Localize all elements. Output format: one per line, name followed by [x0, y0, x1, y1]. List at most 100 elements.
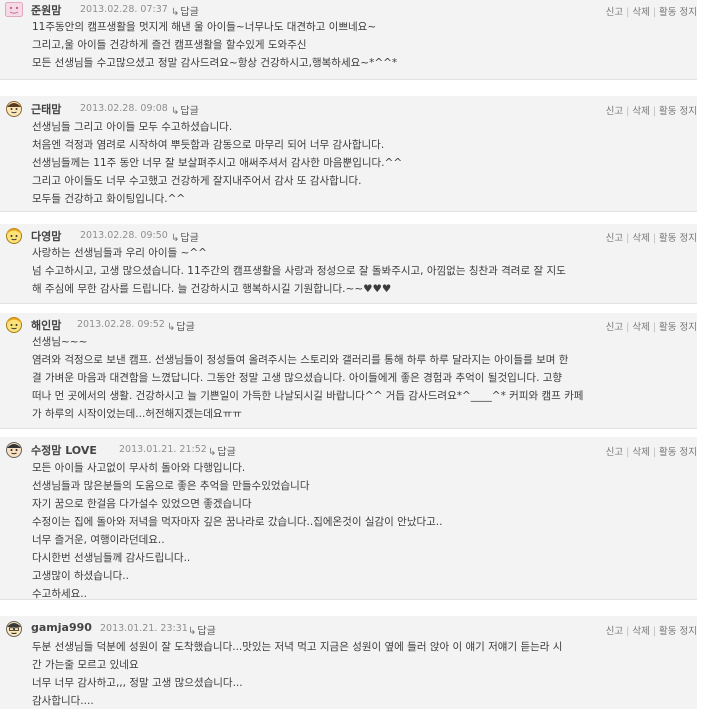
suspend-button[interactable]: 활동 정지 [659, 447, 697, 458]
comment-item: 다영맘 2013.02.28. 09:50 ↳답글 신고 | 삭제 | 활동 정지 사랑… [0, 224, 697, 304]
comment-header: 근태맘 2013.02.28. 09:08 ↳답글 신고 | 삭제 | 활동 정지 [0, 99, 697, 119]
avatar-icon[interactable] [5, 316, 23, 333]
report-button[interactable]: 신고 [606, 447, 623, 458]
comment-item: gamja990 2013.01.21. 23:31 ↳답글 신고 | 삭제 | 활동 … [0, 616, 697, 709]
reply-arrow-icon: ↳ [171, 7, 180, 18]
avatar-icon[interactable] [5, 620, 23, 637]
reply-button[interactable]: ↳답글 [171, 3, 199, 18]
comment-line: 선생님들과 많은분들의 도움으로 좋은 추억을 만들수있었습니다 [32, 480, 310, 492]
comment-line: 모든 선생님들 수고많으셨고 정말 감사드려요~항상 건강하시고,행복하세요~*… [32, 57, 398, 69]
comment-date: 2013.02.28. 09:08 [80, 103, 168, 114]
separator: | [652, 7, 657, 18]
comment-line: 다시한번 선생님들께 감사드립니다.. [32, 552, 191, 564]
comment-line: 해 주심에 무한 감사를 드립니다. 늘 건강하시고 행복하시길 기원합니다.~… [32, 283, 392, 295]
report-button[interactable]: 신고 [606, 106, 623, 117]
comment-line: 결 가벼운 마음과 대견함을 느꼈답니다. 그동안 정말 고생 많으셨습니다. … [32, 372, 563, 384]
delete-button[interactable]: 삭제 [632, 447, 649, 458]
comment-line: 선생님~~~ [32, 336, 88, 348]
comment-item: 수정맘 LOVE 2013.01.21. 21:52 ↳답글 신고 | 삭제 | 활동 … [0, 437, 697, 600]
separator: | [652, 322, 657, 333]
separator: | [626, 626, 630, 637]
comment-date: 2013.02.28. 09:50 [80, 230, 168, 241]
reply-button[interactable]: ↳답글 [188, 622, 216, 637]
comment-line: 두분 선생님들 덕분에 성원이 잘 도착했습니다...맛있는 저녁 먹고 지금은… [32, 641, 563, 653]
comment-line: 간 가는줄 모르고 있네요 [32, 659, 139, 671]
comment-header: gamja990 2013.01.21. 23:31 ↳답글 신고 | 삭제 | 활동 … [0, 619, 697, 639]
author-nickname[interactable]: 근태맘 [31, 101, 61, 117]
separator: | [626, 233, 630, 244]
separator: | [652, 626, 657, 637]
reply-arrow-icon: ↳ [171, 106, 180, 117]
avatar-icon[interactable] [5, 227, 23, 244]
comment-date: 2013.02.28. 07:37 [80, 4, 168, 15]
delete-button[interactable]: 삭제 [632, 106, 649, 117]
comment-line: 선생님들 그리고 아이들 모두 수고하셨습니다. [32, 121, 233, 133]
reply-button[interactable]: ↳답글 [167, 318, 195, 333]
comment-line: 수고하세요.. [32, 588, 87, 600]
author-nickname[interactable]: gamja990 [31, 621, 92, 634]
comment-line: 고생많이 하셨습니다.. [32, 570, 129, 582]
comment-header: 수정맘 LOVE 2013.01.21. 21:52 ↳답글 신고 | 삭제 | 활동 … [0, 440, 697, 460]
comment-line: 감사합니다.... [32, 695, 94, 707]
suspend-button[interactable]: 활동 정지 [659, 233, 697, 244]
reply-label: 답글 [176, 322, 195, 333]
separator: | [626, 447, 630, 458]
comment-line: 가 하루의 시작이었는데...허전해지겠는데요ㅠㅠ [32, 408, 242, 420]
author-nickname[interactable]: 수정맘 LOVE [31, 442, 97, 458]
comment-line: 떠나 먼 곳에서의 생활. 건강하시고 늘 기쁜일이 가득한 나날되시길 바랍니… [32, 390, 584, 402]
avatar-icon[interactable] [5, 441, 23, 458]
comment-date: 2013.01.21. 23:31 [100, 623, 188, 634]
comment-body: 모든 아이들 사고없이 무사히 돌아와 다행입니다. 선생님들과 많은분들의 도… [32, 459, 689, 603]
comment-line: 11주동안의 캠프생활을 멋지게 해낸 울 아이들~너무나도 대견하고 이쁘네요… [32, 21, 377, 33]
avatar-icon[interactable] [5, 100, 23, 117]
comment-item: 근태맘 2013.02.28. 09:08 ↳답글 신고 | 삭제 | 활동 정지 선생… [0, 96, 697, 212]
report-button[interactable]: 신고 [606, 7, 623, 18]
suspend-button[interactable]: 활동 정지 [659, 7, 697, 18]
comment-line: 너무 너무 감사하고,,, 정말 고생 많으셨습니다... [32, 677, 243, 689]
comment-line: 그리고,울 아이들 건강하게 즐건 캠프생활을 할수있게 도와주신 [32, 39, 307, 51]
comment-line: 그리고 아이들도 너무 수고했고 건강하게 잘지내주어서 감사 또 감사합니다. [32, 175, 362, 187]
comment-line: 모두들 건강하고 화이팅입니다.^^ [32, 193, 186, 205]
comment-actions: 신고 | 삭제 | 활동 정지 [606, 4, 697, 18]
delete-button[interactable]: 삭제 [632, 626, 649, 637]
report-button[interactable]: 신고 [606, 626, 623, 637]
comment-actions: 신고 | 삭제 | 활동 정지 [606, 230, 697, 244]
comment-actions: 신고 | 삭제 | 활동 정지 [606, 103, 697, 117]
separator: | [652, 106, 657, 117]
suspend-button[interactable]: 활동 정지 [659, 322, 697, 333]
separator: | [626, 322, 630, 333]
suspend-button[interactable]: 활동 정지 [659, 626, 697, 637]
comment-header: 다영맘 2013.02.28. 09:50 ↳답글 신고 | 삭제 | 활동 정지 [0, 226, 697, 246]
report-button[interactable]: 신고 [606, 322, 623, 333]
separator: | [652, 447, 657, 458]
comment-body: 사랑하는 선생님들과 우리 아이들 ~^^ 넘 수고하시고, 고생 많으셨습니다… [32, 244, 689, 298]
reply-label: 답글 [197, 626, 216, 637]
comment-actions: 신고 | 삭제 | 활동 정지 [606, 623, 697, 637]
author-nickname[interactable]: 다영맘 [31, 228, 61, 244]
delete-button[interactable]: 삭제 [632, 233, 649, 244]
reply-label: 답글 [180, 106, 199, 117]
comment-body: 선생님~~~ 염려와 걱정으로 보낸 캠프. 선생님들이 정성들여 올려주시는 … [32, 333, 689, 423]
comment-body: 두분 선생님들 덕분에 성원이 잘 도착했습니다...맛있는 저녁 먹고 지금은… [32, 638, 689, 710]
author-nickname[interactable]: 준원맘 [31, 2, 61, 18]
comment-line: 모든 아이들 사고없이 무사히 돌아와 다행입니다. [32, 462, 246, 474]
reply-arrow-icon: ↳ [188, 626, 197, 637]
comment-line: 선생님들께는 11주 동안 너무 잘 보살펴주시고 애써주셔서 감사한 마음뿐입… [32, 157, 403, 169]
reply-button[interactable]: ↳답글 [208, 443, 236, 458]
reply-button[interactable]: ↳답글 [171, 229, 199, 244]
suspend-button[interactable]: 활동 정지 [659, 106, 697, 117]
report-button[interactable]: 신고 [606, 233, 623, 244]
reply-button[interactable]: ↳답글 [171, 102, 199, 117]
comment-line: 사랑하는 선생님들과 우리 아이들 ~^^ [32, 247, 207, 259]
delete-button[interactable]: 삭제 [632, 7, 649, 18]
comment-item: 준원맘 2013.02.28. 07:37 ↳답글 신고 | 삭제 | 활동 정지 11… [0, 0, 697, 80]
avatar-icon[interactable] [5, 1, 23, 18]
comment-body: 11주동안의 캠프생활을 멋지게 해낸 울 아이들~너무나도 대견하고 이쁘네요… [32, 18, 689, 72]
comment-line: 염려와 걱정으로 보낸 캠프. 선생님들이 정성들여 올려주시는 스토리와 갤러… [32, 354, 569, 366]
separator: | [626, 7, 630, 18]
reply-label: 답글 [217, 447, 236, 458]
delete-button[interactable]: 삭제 [632, 322, 649, 333]
comment-header: 준원맘 2013.02.28. 07:37 ↳답글 신고 | 삭제 | 활동 정지 [0, 0, 697, 20]
comment-header: 해인맘 2013.02.28. 09:52 ↳답글 신고 | 삭제 | 활동 정지 [0, 315, 697, 335]
author-nickname[interactable]: 해인맘 [31, 317, 61, 333]
